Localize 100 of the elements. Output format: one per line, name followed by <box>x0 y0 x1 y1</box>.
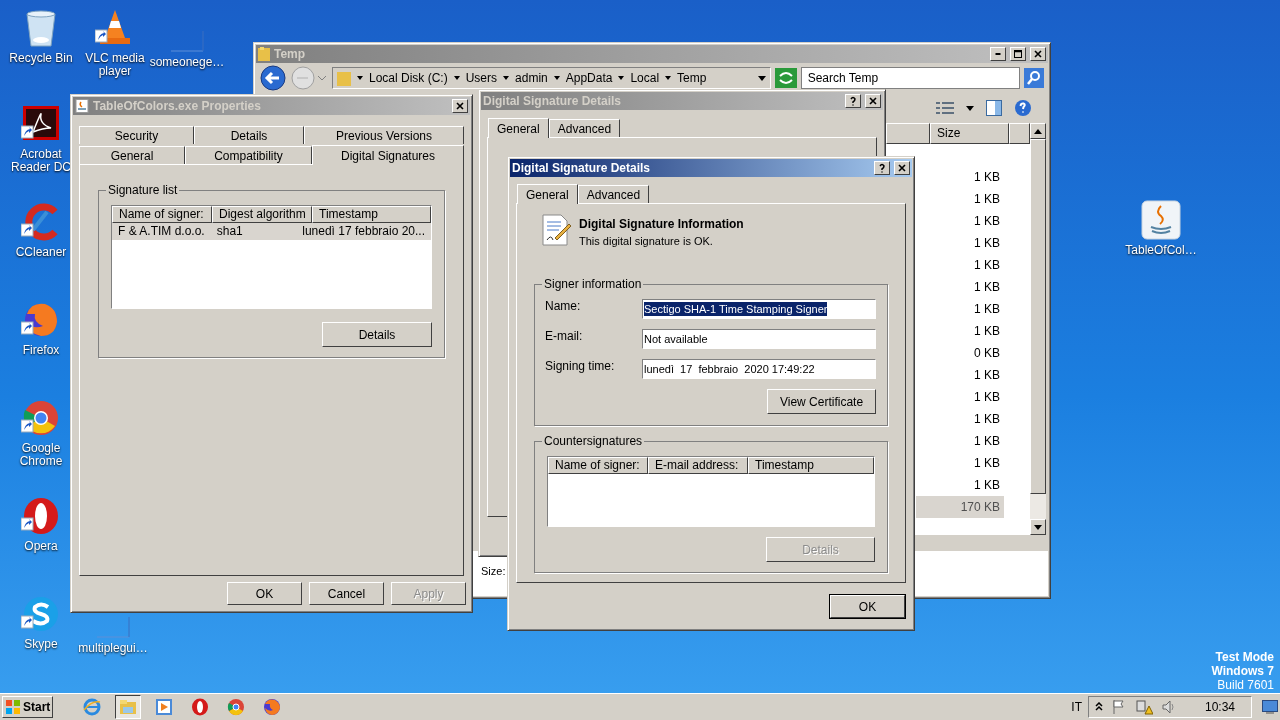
column-header[interactable]: Name of signer: <box>548 457 648 474</box>
tab[interactable]: Details <box>194 126 304 144</box>
column-header[interactable]: Timestamp <box>312 206 431 223</box>
file-row[interactable]: 1 KB <box>916 276 1004 298</box>
caret-icon[interactable] <box>966 105 974 111</box>
file-row[interactable]: 1 KB <box>916 188 1004 210</box>
address-bar[interactable]: Local Disk (C:) Users admin AppData Local Temp <box>332 67 771 89</box>
text-field[interactable]: lunedì 17 febbraio 2020 17:49:22 <box>642 359 876 379</box>
close-icon <box>868 96 878 106</box>
java-file-icon <box>75 99 89 113</box>
close-button[interactable] <box>452 99 468 113</box>
column-header[interactable]: Size <box>930 123 1009 144</box>
close-icon <box>1033 49 1043 59</box>
breadcrumb[interactable]: admin <box>515 69 548 87</box>
ok-button[interactable]: OK <box>830 595 905 618</box>
button[interactable]: Cancel <box>309 582 384 605</box>
caret-icon[interactable] <box>453 76 460 80</box>
file-row[interactable]: 1 KB <box>916 452 1004 474</box>
icon-label: VLC media player <box>84 52 146 78</box>
button[interactable]: OK <box>227 582 302 605</box>
refresh-icon[interactable] <box>774 68 797 88</box>
preview-pane-icon[interactable] <box>986 100 1002 116</box>
tab[interactable]: General <box>488 118 549 138</box>
caret-icon[interactable] <box>357 76 363 80</box>
list-row[interactable]: F & A.TIM d.o.o. sha1 lunedì 17 febbraio 20... <box>112 223 431 240</box>
network-warning-icon[interactable] <box>1134 699 1153 715</box>
search-field[interactable]: Search Temp <box>800 67 1020 89</box>
flag-icon[interactable] <box>1110 699 1127 715</box>
tab[interactable]: Previous Versions <box>304 126 464 144</box>
monitor-icon[interactable] <box>1262 700 1278 714</box>
search-icon[interactable] <box>1024 68 1044 88</box>
breadcrumb[interactable]: AppData <box>565 69 613 87</box>
close-button[interactable] <box>894 161 910 175</box>
coffee-cup-icon[interactable] <box>1141 200 1181 240</box>
column-header[interactable]: Timestamp <box>748 457 874 474</box>
tab[interactable]: Digital Signatures <box>312 145 464 165</box>
field-label: E-mail: <box>545 329 584 343</box>
file-row[interactable]: 1 KB <box>916 430 1004 452</box>
help-button[interactable] <box>845 94 861 108</box>
view-list-icon[interactable] <box>936 101 954 115</box>
column-header[interactable] <box>886 123 930 144</box>
view-certificate-button[interactable]: View Certificate <box>767 389 876 414</box>
details-button[interactable]: Details <box>322 322 432 347</box>
close-icon <box>897 163 907 173</box>
help-button[interactable] <box>874 161 890 175</box>
file-row[interactable]: 170 KB <box>916 496 1004 518</box>
file-row[interactable]: 1 KB <box>916 364 1004 386</box>
icon-label: Acrobat Reader DC <box>10 148 72 174</box>
breadcrumb[interactable]: Temp <box>677 69 707 87</box>
caret-icon[interactable] <box>618 76 625 80</box>
file-row[interactable]: 1 KB <box>916 166 1004 188</box>
maximize-button[interactable] <box>1010 47 1026 61</box>
breadcrumb[interactable]: Local <box>630 69 660 87</box>
caret-icon[interactable] <box>757 75 766 81</box>
language-indicator[interactable]: IT <box>1071 698 1088 716</box>
chevron-up-icon[interactable] <box>1094 702 1103 712</box>
close-button[interactable] <box>865 94 881 108</box>
file-row[interactable]: 1 KB <box>916 210 1004 232</box>
file-row[interactable]: 1 KB <box>916 320 1004 342</box>
globe-icon <box>263 698 282 716</box>
tab[interactable]: General <box>79 146 185 164</box>
circle-logo-icon[interactable] <box>21 398 61 438</box>
breadcrumb[interactable]: Local Disk (C:) <box>369 69 448 87</box>
file-row[interactable]: 1 KB <box>916 298 1004 320</box>
ring-icon[interactable] <box>21 496 61 536</box>
column-header[interactable] <box>1009 123 1030 144</box>
help-icon[interactable] <box>1014 99 1032 117</box>
speech-cloud-icon[interactable] <box>21 594 61 634</box>
caret-icon[interactable] <box>665 76 672 80</box>
column-header[interactable]: E-mail address: <box>648 457 748 474</box>
tab[interactable]: Compatibility <box>185 146 312 164</box>
file-row[interactable]: 1 KB <box>916 474 1004 496</box>
column-header[interactable]: Name of signer: <box>112 206 212 223</box>
file-row[interactable]: 1 KB <box>916 254 1004 276</box>
icon-label: CCleaner <box>15 246 67 259</box>
scroll-up-icon[interactable] <box>1034 128 1042 134</box>
file-row[interactable]: 1 KB <box>916 232 1004 254</box>
file-row[interactable]: 1 KB <box>916 386 1004 408</box>
file-row[interactable]: 0 KB <box>916 342 1004 364</box>
column-header[interactable]: Digest algorithm <box>212 206 312 223</box>
clock[interactable]: 10:34 <box>1184 698 1245 716</box>
tab[interactable]: Security <box>79 126 194 144</box>
tab[interactable]: Advanced <box>548 119 621 137</box>
scroll-down-icon[interactable] <box>1034 524 1042 530</box>
tab[interactable]: Advanced <box>577 185 650 203</box>
caret-icon[interactable] <box>503 76 510 80</box>
text-field[interactable]: Not available <box>642 329 876 349</box>
caret-icon[interactable] <box>553 76 560 80</box>
file-row[interactable]: 1 KB <box>916 408 1004 430</box>
scrollbar[interactable] <box>1030 123 1046 535</box>
signed-document-icon <box>541 214 571 246</box>
text-field[interactable]: Sectigo SHA-1 Time Stamping Signer <box>642 299 876 319</box>
circle-logo-icon <box>227 698 246 716</box>
taskbar-app[interactable] <box>115 695 142 719</box>
start-button[interactable]: Start <box>2 696 54 718</box>
close-button[interactable] <box>1030 47 1046 61</box>
speaker-icon[interactable] <box>1160 699 1177 715</box>
tab[interactable]: General <box>517 184 578 204</box>
minimize-button[interactable] <box>990 47 1006 61</box>
breadcrumb[interactable]: Users <box>465 69 498 87</box>
